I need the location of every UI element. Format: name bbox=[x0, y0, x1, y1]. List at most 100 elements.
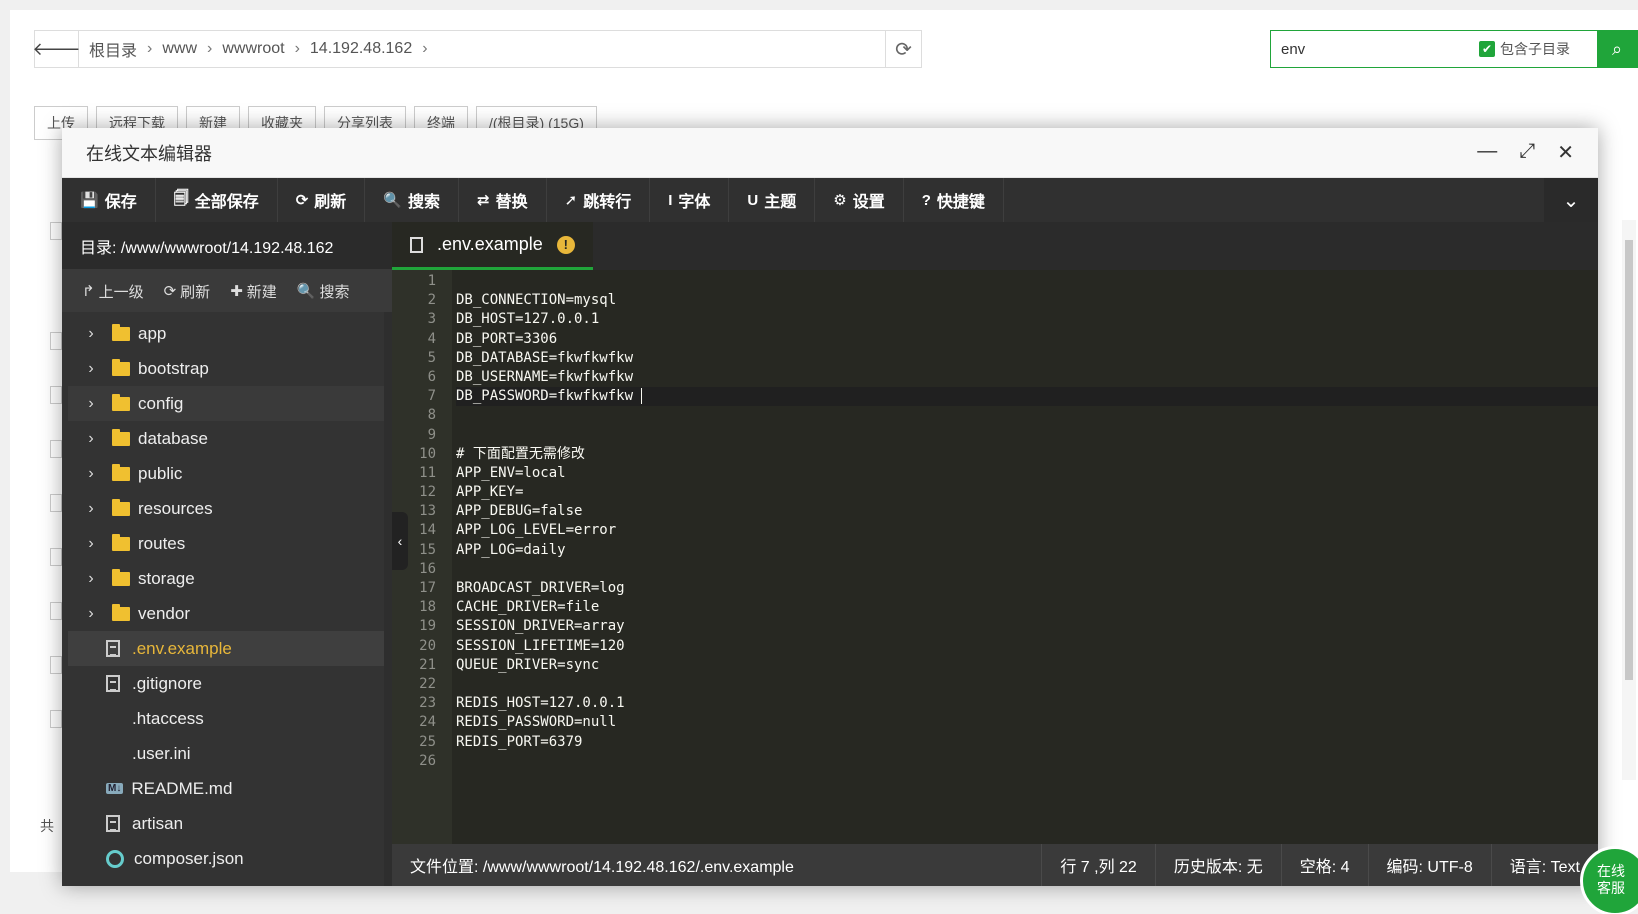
code-area[interactable]: 1 2 3 4 5 6 7 8 9 10 11 12 13 14 15 16 17 18 19 20 21 22 23 24 2… bbox=[392, 270, 1598, 844]
code-line[interactable]: APP_DEBUG=false bbox=[456, 502, 1598, 521]
scrollbar-thumb[interactable] bbox=[1625, 240, 1633, 680]
code-text: DB_HOST=127.0.0.1 bbox=[456, 311, 600, 328]
sidebar-action[interactable]: ↱ 上一级 bbox=[82, 281, 144, 302]
code-line[interactable]: # 下面配置无需修改 bbox=[456, 445, 1598, 464]
code-lines[interactable]: DB_CONNECTION=mysql DB_HOST=127.0.0.1 DB_P… bbox=[452, 270, 1598, 844]
sidebar-action[interactable]: ✚ 新建 bbox=[230, 281, 277, 302]
code-line[interactable] bbox=[456, 426, 1598, 445]
back-button[interactable]: 🡐 bbox=[32, 31, 81, 67]
refresh-button[interactable]: ⟳ bbox=[885, 31, 921, 67]
tree-item[interactable]: artisan bbox=[68, 806, 384, 841]
tree-item[interactable]: .user.ini bbox=[68, 736, 384, 771]
code-line[interactable]: QUEUE_DRIVER=sync bbox=[456, 656, 1598, 675]
code-line[interactable] bbox=[456, 675, 1598, 694]
row-checkbox[interactable] bbox=[50, 656, 62, 674]
chevron-right-icon[interactable]: › bbox=[80, 430, 102, 448]
toolbar-button-search[interactable]: 🔍 搜索 bbox=[365, 178, 460, 222]
tree-item[interactable]: › config bbox=[68, 386, 384, 421]
file-search-input[interactable] bbox=[1271, 40, 1471, 58]
tree-item[interactable]: › routes bbox=[68, 526, 384, 561]
code-line[interactable]: APP_LOG_LEVEL=error bbox=[456, 521, 1598, 540]
toolbar-button-refresh[interactable]: ⟳ 刷新 bbox=[278, 178, 366, 222]
row-checkbox[interactable] bbox=[50, 710, 62, 728]
tree-item[interactable]: › vendor bbox=[68, 596, 384, 631]
code-line[interactable] bbox=[456, 560, 1598, 579]
code-line[interactable]: SESSION_DRIVER=array bbox=[456, 617, 1598, 636]
tree-item[interactable]: composer.json bbox=[68, 841, 384, 876]
chevron-right-icon[interactable]: › bbox=[80, 500, 102, 518]
row-checkbox[interactable] bbox=[50, 494, 62, 512]
tree-item[interactable]: .env.example bbox=[68, 631, 384, 666]
chevron-right-icon[interactable]: › bbox=[80, 535, 102, 553]
tree-item[interactable]: › app bbox=[68, 316, 384, 351]
code-line[interactable]: DB_CONNECTION=mysql bbox=[456, 291, 1598, 310]
toolbar-button-save-all[interactable]: 🗐 全部保存 bbox=[156, 178, 278, 222]
tree-item[interactable]: › resources bbox=[68, 491, 384, 526]
code-line[interactable]: DB_PASSWORD=fkwfkwfkw bbox=[456, 387, 1598, 407]
toolbar-button-theme[interactable]: U 主题 bbox=[729, 178, 816, 222]
code-line[interactable]: DB_PORT=3306 bbox=[456, 330, 1598, 349]
code-line[interactable]: REDIS_PORT=6379 bbox=[456, 733, 1598, 752]
code-line[interactable]: REDIS_HOST=127.0.0.1 bbox=[456, 694, 1598, 713]
toolbar-button-goto-line[interactable]: ➚ 跳转行 bbox=[547, 178, 651, 222]
chevron-right-icon[interactable]: › bbox=[80, 465, 102, 483]
chevron-right-icon[interactable]: › bbox=[80, 605, 102, 623]
code-line[interactable]: DB_USERNAME=fkwfkwfkw bbox=[456, 368, 1598, 387]
tree-item[interactable]: M↓ README.md bbox=[68, 771, 384, 806]
line-number: 12 bbox=[419, 484, 436, 501]
code-line[interactable]: SESSION_LIFETIME=120 bbox=[456, 637, 1598, 656]
row-checkbox[interactable] bbox=[50, 222, 62, 240]
toolbar-button-font[interactable]: I 字体 bbox=[650, 178, 730, 222]
sidebar-collapse-button[interactable]: ‹ bbox=[392, 512, 408, 570]
row-checkbox[interactable] bbox=[50, 548, 62, 566]
online-service-button[interactable]: 在线 客服 bbox=[1580, 846, 1638, 914]
toolbar-button-help[interactable]: ? 快捷键 bbox=[904, 178, 1004, 222]
row-checkbox[interactable] bbox=[50, 602, 62, 620]
toolbar-button-save[interactable]: 💾 保存 bbox=[62, 178, 156, 222]
code-line[interactable] bbox=[456, 752, 1598, 771]
tab-env-example[interactable]: .env.example ! bbox=[392, 222, 593, 270]
code-line[interactable]: BROADCAST_DRIVER=log bbox=[456, 579, 1598, 598]
tree-item[interactable]: .htaccess bbox=[68, 701, 384, 736]
maximize-icon[interactable]: ⤢ bbox=[1519, 140, 1535, 165]
status-history-version[interactable]: 历史版本: 无 bbox=[1154, 844, 1281, 886]
close-icon[interactable]: ✕ bbox=[1557, 140, 1574, 165]
chevron-right-icon[interactable]: › bbox=[80, 360, 102, 378]
file-list-scrollbar[interactable] bbox=[1622, 220, 1636, 780]
toolbar-collapse-button[interactable]: ⌄ bbox=[1544, 178, 1598, 222]
row-checkbox[interactable] bbox=[50, 332, 62, 350]
code-line[interactable] bbox=[456, 272, 1598, 291]
code-line[interactable]: CACHE_DRIVER=file bbox=[456, 598, 1598, 617]
row-checkbox[interactable] bbox=[50, 440, 62, 458]
tree-item[interactable]: › storage bbox=[68, 561, 384, 596]
tree-item[interactable]: › bootstrap bbox=[68, 351, 384, 386]
sidebar-action[interactable]: 🔍 搜索 bbox=[297, 281, 350, 302]
breadcrumb-item[interactable]: 14.192.48.162 bbox=[310, 40, 412, 58]
toolbar-button-replace[interactable]: ⇄ 替换 bbox=[459, 178, 547, 222]
code-line[interactable] bbox=[456, 406, 1598, 425]
status-indent[interactable]: 空格: 4 bbox=[1280, 844, 1368, 886]
breadcrumb-item[interactable]: www bbox=[162, 40, 197, 58]
code-line[interactable]: REDIS_PASSWORD=null bbox=[456, 713, 1598, 732]
sidebar-scrollbar[interactable] bbox=[384, 312, 392, 886]
chevron-right-icon[interactable]: › bbox=[80, 395, 102, 413]
code-line[interactable]: APP_ENV=local bbox=[456, 464, 1598, 483]
sidebar-action[interactable]: ⟳ 刷新 bbox=[164, 281, 211, 302]
tree-item[interactable]: › database bbox=[68, 421, 384, 456]
code-line[interactable]: DB_DATABASE=fkwfkwfkw bbox=[456, 349, 1598, 368]
code-line[interactable]: DB_HOST=127.0.0.1 bbox=[456, 310, 1598, 329]
search-submit-button[interactable]: ⌕ bbox=[1597, 30, 1637, 68]
breadcrumb-item[interactable]: 根目录 bbox=[89, 37, 137, 61]
chevron-right-icon[interactable]: › bbox=[80, 570, 102, 588]
code-line[interactable]: APP_LOG=daily bbox=[456, 541, 1598, 560]
minimize-icon[interactable]: — bbox=[1477, 140, 1497, 165]
toolbar-button-settings[interactable]: ⚙ 设置 bbox=[815, 178, 904, 222]
tree-item[interactable]: .gitignore bbox=[68, 666, 384, 701]
row-checkbox[interactable] bbox=[50, 386, 62, 404]
include-subdir-toggle[interactable]: ✔ 包含子目录 bbox=[1479, 39, 1570, 59]
code-line[interactable]: APP_KEY= bbox=[456, 483, 1598, 502]
chevron-right-icon[interactable]: › bbox=[80, 325, 102, 343]
status-encoding[interactable]: 编码: UTF-8 bbox=[1367, 844, 1491, 886]
breadcrumb-item[interactable]: wwwroot bbox=[222, 40, 284, 58]
tree-item[interactable]: › public bbox=[68, 456, 384, 491]
